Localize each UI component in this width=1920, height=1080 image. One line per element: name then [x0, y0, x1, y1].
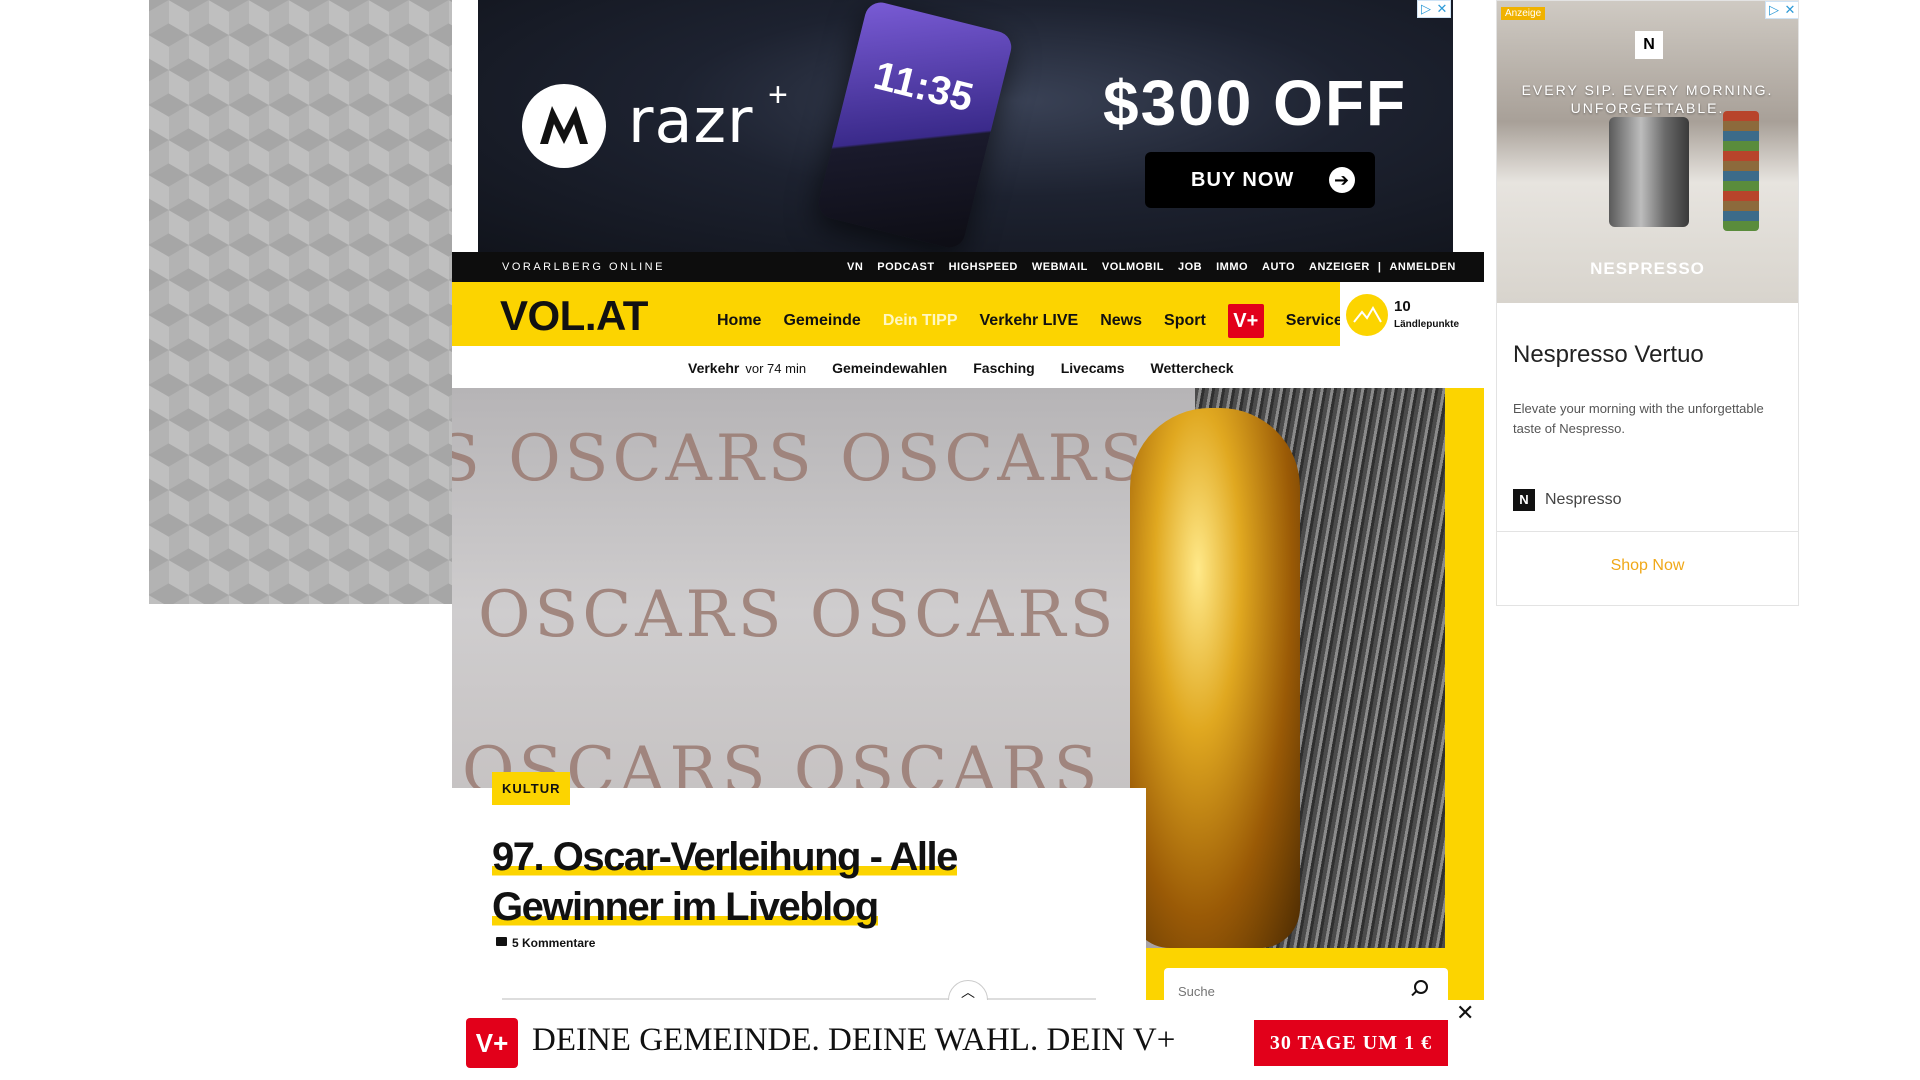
topbar-link-webmail[interactable]: WEBMAIL	[1032, 261, 1088, 273]
sub-nav: Verkehr vor 74 min Gemeindewahlen Faschi…	[452, 346, 1484, 388]
vplus-nav-button[interactable]: V+	[1227, 304, 1264, 338]
topbar-brand: VORARLBERG ONLINE	[502, 261, 665, 273]
article-card[interactable]: KULTUR 97. Oscar-Verleihung - Alle Gewin…	[452, 772, 1146, 1000]
vplus-logo: V+	[466, 1018, 518, 1068]
subscription-text: DEINE GEMEINDE. DEINE WAHL. DEIN V+	[532, 1022, 1176, 1058]
chevron-up-icon[interactable]: ︿	[948, 980, 988, 1000]
adchoice-info-icon[interactable]: ▷	[1418, 1, 1434, 17]
top-banner-ad[interactable]: razr + 11:35 $300 OFF BUY NOW ➔ ▷ ✕	[478, 0, 1453, 252]
topbar-separator: |	[1377, 261, 1382, 273]
ad-brand-plus: +	[768, 76, 788, 114]
sidebar-ad-image[interactable]: Anzeige ▷ ✕ N EVERY SIP. EVERY MORNING. …	[1497, 1, 1798, 303]
hero-oscars-row-2: OSCARS OSCARS	[478, 578, 1118, 652]
capsule-rack-image	[1723, 111, 1759, 231]
nav-item-sport[interactable]: Sport	[1153, 312, 1217, 330]
topbar-link-podcast[interactable]: PODCAST	[877, 261, 934, 273]
subnav-item-livecams[interactable]: Livecams	[1061, 360, 1125, 376]
nav-item-dein-tipp[interactable]: Dein TIPP	[872, 312, 969, 330]
subnav-item-verkehr[interactable]: Verkehr	[688, 360, 739, 376]
close-icon[interactable]: ✕	[1456, 1000, 1474, 1026]
subnav-verkehr-time: vor 74 min	[745, 361, 807, 376]
topbar-link-immo[interactable]: IMMO	[1216, 261, 1248, 273]
topbar-link-auto[interactable]: AUTO	[1262, 261, 1295, 273]
topbar-link-anzeiger[interactable]: ANZEIGER	[1309, 261, 1370, 273]
topbar-link-vn[interactable]: VN	[847, 261, 863, 273]
coffee-machine-image	[1609, 117, 1689, 227]
subnav-item-wettercheck[interactable]: Wettercheck	[1151, 360, 1234, 376]
headline-line-1: 97. Oscar-Verleihung - Alle	[492, 835, 958, 879]
buy-now-label: BUY NOW	[1191, 168, 1295, 191]
motorola-logo-icon	[522, 84, 606, 168]
main-nav: VOL.AT Home Gemeinde Dein TIPP Verkehr L…	[452, 282, 1484, 346]
ad-label: Anzeige	[1501, 7, 1546, 20]
subnav-links: Verkehr vor 74 min Gemeindewahlen Faschi…	[688, 360, 1234, 376]
topbar-links: VN PODCAST HIGHSPEED WEBMAIL VOLMOBIL JO…	[847, 261, 1456, 273]
comment-icon	[496, 937, 507, 946]
points-widget[interactable]: 10 Ländlepunkte	[1340, 282, 1484, 346]
sidebar-ad-brand: Nespresso	[1545, 491, 1622, 508]
points-label: Ländlepunkte	[1394, 319, 1460, 330]
ad-close-icon[interactable]: ✕	[1782, 2, 1798, 18]
login-link[interactable]: ANMELDEN	[1389, 261, 1455, 273]
mountain-icon	[1346, 294, 1388, 336]
subnav-item-gemeindewahlen[interactable]: Gemeindewahlen	[832, 360, 947, 376]
topbar-link-job[interactable]: JOB	[1178, 261, 1202, 273]
nav-links: Home Gemeinde Dein TIPP Verkehr LIVE New…	[706, 304, 1354, 338]
buy-now-button[interactable]: BUY NOW ➔	[1145, 152, 1375, 208]
nav-item-gemeinde[interactable]: Gemeinde	[772, 312, 871, 330]
yellow-strip	[1445, 388, 1484, 1000]
subnav-item-fasching[interactable]: Fasching	[973, 360, 1034, 376]
ad-image-brand: NESPRESSO	[1590, 259, 1705, 278]
search-box[interactable]	[1164, 968, 1448, 1000]
hero-oscars-row-1: S OSCARS OSCARS	[452, 422, 1148, 496]
comments-count: 5 Kommentare	[512, 936, 596, 950]
sidebar-ad[interactable]: Anzeige ▷ ✕ N EVERY SIP. EVERY MORNING. …	[1496, 0, 1799, 606]
nav-item-verkehr-live[interactable]: Verkehr LIVE	[969, 312, 1090, 330]
ad-close-icon[interactable]: ✕	[1434, 1, 1450, 17]
sidebar-ad-description: Elevate your morning with the unforgetta…	[1513, 401, 1764, 436]
points-value: 10	[1394, 298, 1411, 315]
adchoices-icon[interactable]: ▷ ✕	[1765, 1, 1798, 19]
topbar-link-highspeed[interactable]: HIGHSPEED	[949, 261, 1018, 273]
arrow-right-icon: ➔	[1329, 167, 1355, 193]
top-bar: VORARLBERG ONLINE VN PODCAST HIGHSPEED W…	[452, 252, 1484, 282]
topbar-link-volmobil[interactable]: VOLMOBIL	[1102, 261, 1164, 273]
sidebar-ad-title[interactable]: Nespresso Vertuo	[1513, 341, 1704, 369]
site-column: VORARLBERG ONLINE VN PODCAST HIGHSPEED W…	[452, 252, 1484, 1000]
nav-item-home[interactable]: Home	[706, 312, 772, 330]
ad-offer-text: $300 OFF	[1103, 67, 1408, 139]
subscription-bar: V+ DEINE GEMEINDE. DEINE WAHL. DEIN V+ 3…	[452, 1000, 1484, 1080]
subscribe-button[interactable]: 30 TAGE UM 1 €	[1254, 1020, 1448, 1066]
article-headline[interactable]: 97. Oscar-Verleihung - Alle Gewinner im …	[492, 832, 1052, 932]
nespresso-brand-icon: N	[1513, 489, 1535, 511]
search-icon[interactable]	[1414, 980, 1428, 994]
phone-time: 11:35	[869, 53, 978, 121]
oscar-statuette-image	[1130, 408, 1300, 948]
phone-image: 11:35	[815, 0, 1015, 251]
shop-now-button[interactable]: Shop Now	[1497, 557, 1798, 575]
category-badge[interactable]: KULTUR	[492, 772, 571, 805]
background-pattern	[149, 0, 452, 604]
search-panel	[1146, 948, 1448, 1000]
ad-brand-name: razr	[628, 84, 754, 157]
nav-item-news[interactable]: News	[1089, 312, 1153, 330]
nespresso-logo-icon: N	[1635, 31, 1663, 59]
headline-line-2: Gewinner im Liveblog	[492, 885, 879, 929]
adchoices-icon[interactable]: ▷ ✕	[1417, 0, 1451, 18]
site-logo[interactable]: VOL.AT	[500, 292, 648, 340]
adchoice-info-icon[interactable]: ▷	[1766, 2, 1782, 18]
search-input[interactable]	[1178, 984, 1398, 999]
divider	[1497, 531, 1798, 532]
